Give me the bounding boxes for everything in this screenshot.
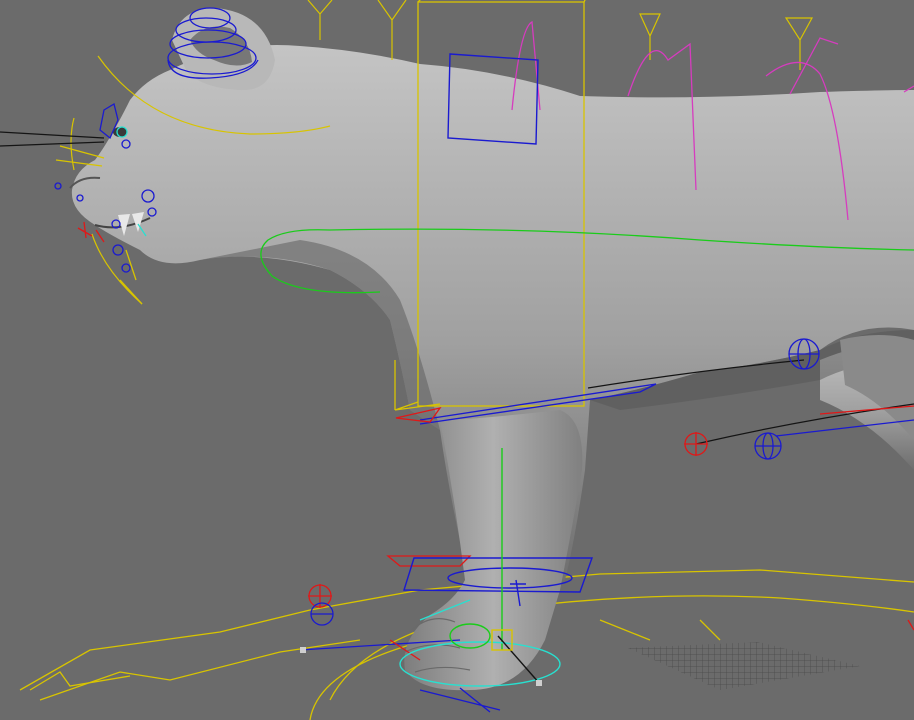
viewport-3d[interactable] <box>0 0 914 720</box>
pivot-point[interactable] <box>536 680 542 686</box>
pivot-point[interactable] <box>300 647 306 653</box>
scene-canvas[interactable] <box>0 0 914 720</box>
